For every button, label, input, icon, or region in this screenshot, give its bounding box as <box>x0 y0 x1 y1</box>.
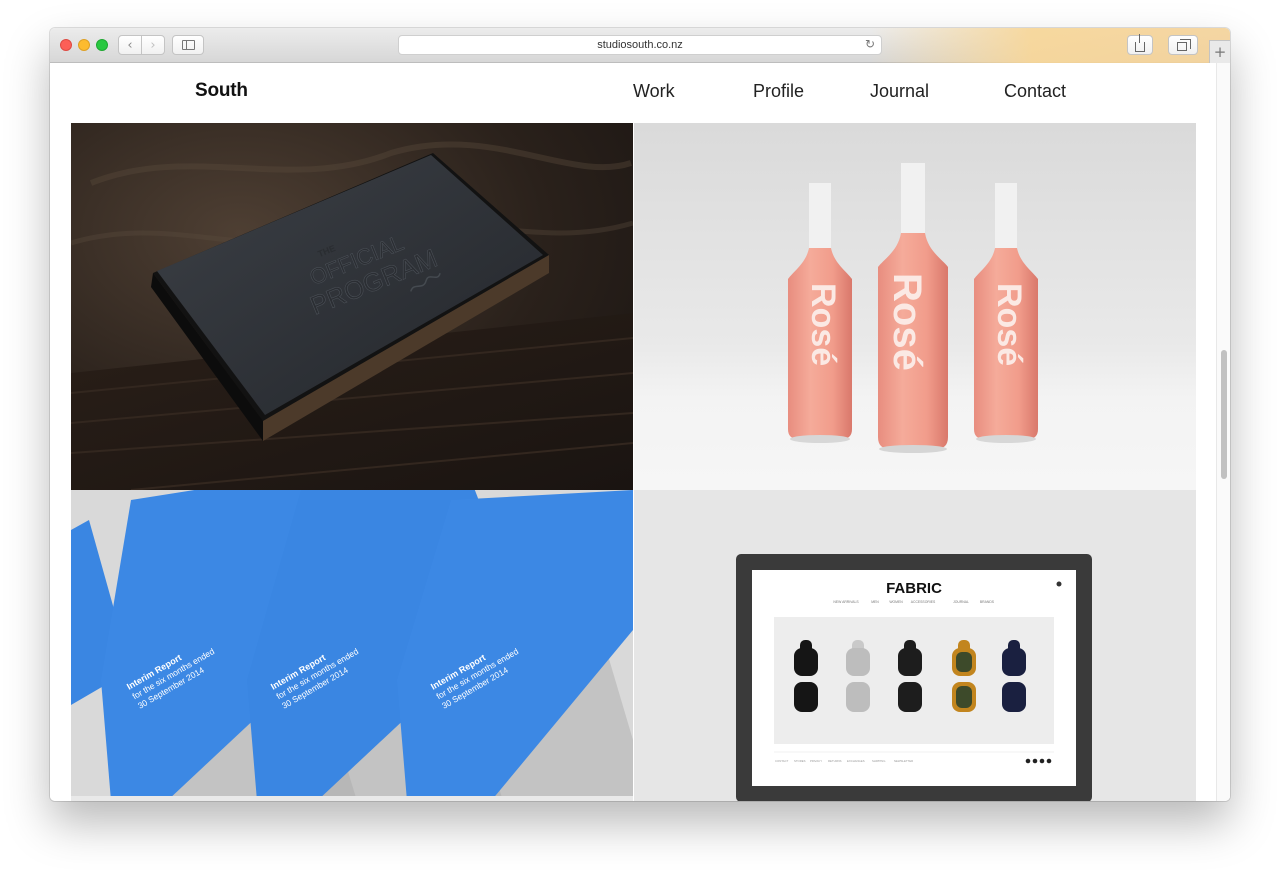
nav-work[interactable]: Work <box>633 81 675 102</box>
rose-bottle: Rosé <box>788 183 852 443</box>
show-tabs-button[interactable] <box>1168 35 1198 55</box>
project-tile-official-program[interactable]: THE OFFICIAL PROGRAM <box>71 123 633 490</box>
sidebar-toggle-button[interactable] <box>172 35 204 55</box>
back-button[interactable]: ‹ <box>118 35 142 55</box>
rose-bottle: Rosé <box>878 163 948 453</box>
fabric-footer-1: STORES <box>794 759 806 763</box>
address-bar[interactable]: studiosouth.co.nz ↻ <box>398 35 882 55</box>
project-tile-fabric[interactable]: FABRIC NEW ARRIVALS MEN WOMEN ACCESSORIE… <box>634 490 1196 801</box>
address-url: studiosouth.co.nz <box>597 39 683 51</box>
nav-journal[interactable]: Journal <box>870 81 929 102</box>
site-header: South Work Profile Journal Contact <box>50 63 1210 123</box>
fabric-menu-0: NEW ARRIVALS <box>833 600 859 604</box>
share-icon <box>1135 34 1145 52</box>
fabric-menu-4: JOURNAL <box>953 600 969 604</box>
share-button[interactable] <box>1127 34 1153 55</box>
fabric-footer-4: EXCHANGES <box>847 759 865 763</box>
plus-icon: + <box>1213 43 1227 61</box>
project-tile-rose[interactable]: Rosé Rosé Rosé <box>634 123 1196 490</box>
browser-titlebar: ‹ › studiosouth.co.nz ↻ + <box>50 28 1230 63</box>
rose-bottles-image: Rosé Rosé Rosé <box>788 163 1038 453</box>
zoom-window-button[interactable] <box>96 39 108 51</box>
browser-window: ‹ › studiosouth.co.nz ↻ + South Work Pro… <box>50 28 1230 801</box>
close-window-button[interactable] <box>60 39 72 51</box>
rose-label-2: Rosé <box>885 273 929 371</box>
page-scrollbar[interactable] <box>1216 63 1230 801</box>
fabric-footer-6: NEWSLETTER <box>894 759 913 763</box>
web-content: South Work Profile Journal Contact THE O… <box>50 63 1230 801</box>
forward-button[interactable]: › <box>141 35 165 55</box>
rose-label-1: Rosé <box>804 283 842 366</box>
fabric-website-image: FABRIC NEW ARRIVALS MEN WOMEN ACCESSORIE… <box>736 554 1092 801</box>
fabric-footer-2: PRIVACY <box>810 759 822 763</box>
scrollbar-thumb[interactable] <box>1221 350 1227 479</box>
fabric-menu-3: ACCESSORIES <box>911 600 936 604</box>
new-tab-button[interactable]: + <box>1209 40 1230 63</box>
nav-profile[interactable]: Profile <box>753 81 804 102</box>
interim-report-image: Interim Report for the six months ended … <box>71 490 633 801</box>
fabric-menu-2: WOMEN <box>889 600 903 604</box>
fabric-menu-1: MEN <box>871 600 879 604</box>
fabric-menu-5: BRANDS <box>980 600 995 604</box>
rose-label-3: Rosé <box>990 283 1028 366</box>
work-grid: THE OFFICIAL PROGRAM Rosé Rosé Rosé Inte… <box>71 123 1196 801</box>
fabric-footer-3: RETURNS <box>828 759 842 763</box>
reload-icon[interactable]: ↻ <box>865 37 875 51</box>
tabs-icon <box>1177 38 1191 51</box>
project-tile-interim-report[interactable]: Interim Report for the six months ended … <box>71 490 633 801</box>
fabric-footer-0: CONTACT <box>775 759 789 763</box>
fabric-brand: FABRIC <box>886 580 942 597</box>
nav-contact[interactable]: Contact <box>1004 81 1066 102</box>
official-program-image: THE OFFICIAL PROGRAM <box>71 141 633 490</box>
chevron-right-icon: › <box>150 37 156 53</box>
site-logo[interactable]: South <box>195 80 248 102</box>
sidebar-icon <box>181 40 195 50</box>
chevron-left-icon: ‹ <box>127 37 133 53</box>
minimize-window-button[interactable] <box>78 39 90 51</box>
rose-bottle: Rosé <box>974 183 1038 443</box>
fabric-footer-5: SHIPPING <box>872 759 885 763</box>
